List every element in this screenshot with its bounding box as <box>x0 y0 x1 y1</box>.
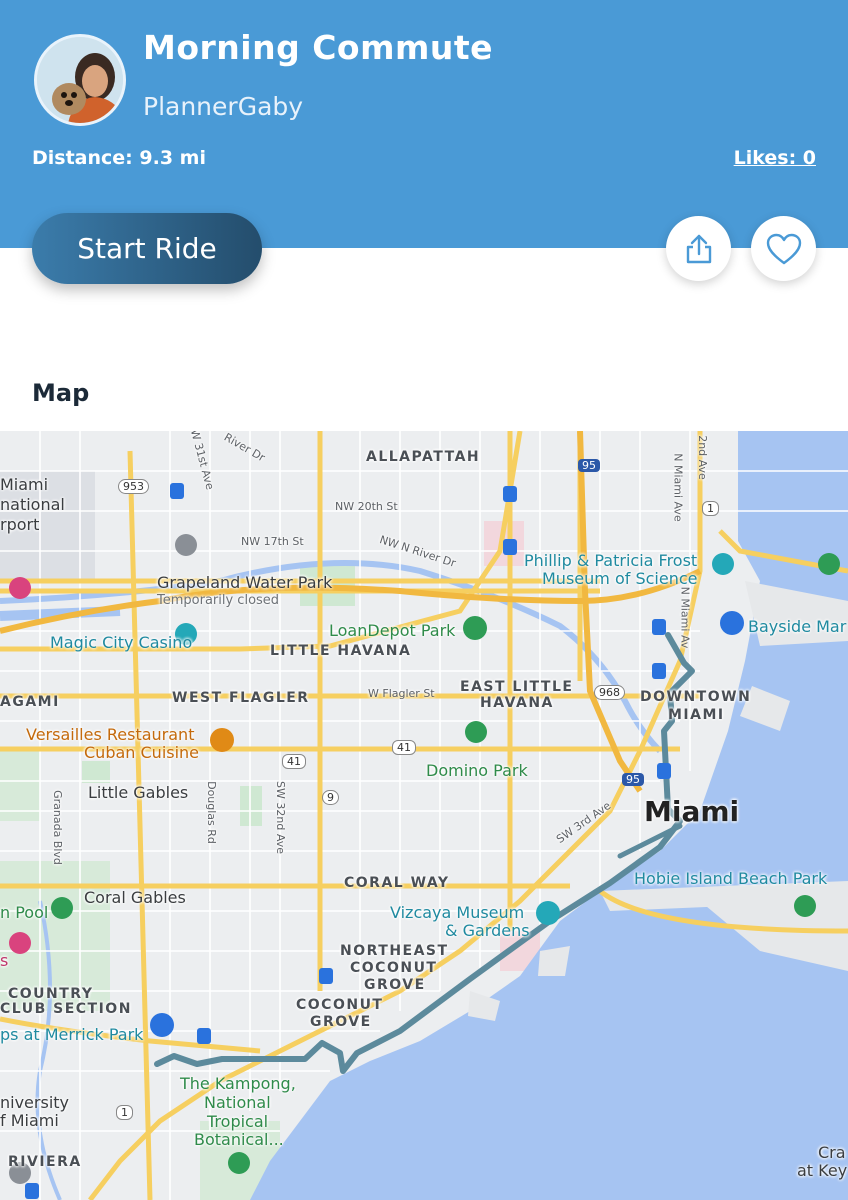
label-frost-1[interactable]: Phillip & Patricia Frost <box>524 551 697 570</box>
heart-icon <box>766 233 801 264</box>
label-little-gables: Little Gables <box>88 783 189 802</box>
likes-link[interactable]: Likes: 0 <box>734 147 816 169</box>
label-key-1: Cra <box>818 1143 846 1162</box>
label-east-little-1: EAST LITTLE <box>460 679 574 695</box>
label-kampong-2[interactable]: National <box>204 1093 271 1112</box>
street-nmiami-2: N Miami Av <box>678 586 692 649</box>
label-coral-way: CORAL WAY <box>344 875 450 891</box>
label-kampong-1[interactable]: The Kampong, <box>180 1074 296 1093</box>
shield-953: 953 <box>118 479 149 494</box>
label-little-havana: LITTLE HAVANA <box>270 643 412 659</box>
shield-us1-north: 1 <box>702 501 719 516</box>
label-frost-2[interactable]: Museum of Science <box>542 569 697 588</box>
label-airport-1: Miami <box>0 475 49 494</box>
label-vizcaya-1[interactable]: Vizcaya Museum <box>390 903 524 922</box>
share-icon <box>686 234 711 263</box>
label-loandepot[interactable]: LoanDepot Park <box>329 621 455 640</box>
label-coral-gables: Coral Gables <box>84 888 186 907</box>
shield-us1-south: 1 <box>116 1105 133 1120</box>
label-pool[interactable]: n Pool <box>0 903 48 922</box>
label-grapeland-closed: Temporarily closed <box>157 593 280 608</box>
street-nw20: NW 20th St <box>335 500 398 513</box>
label-riviera: RIVIERA <box>8 1154 82 1170</box>
street-sw32: SW 32nd Ave <box>273 781 287 854</box>
label-airport-2: national <box>0 495 65 514</box>
route-author[interactable]: PlannerGaby <box>143 92 303 121</box>
label-domino[interactable]: Domino Park <box>426 761 528 780</box>
label-kampong-3[interactable]: Tropical <box>207 1112 268 1131</box>
street-flagler: W Flagler St <box>368 687 435 700</box>
label-casino[interactable]: Magic City Casino <box>50 633 192 652</box>
shield-i95-north: 95 <box>578 459 600 472</box>
label-grapeland: Grapeland Water Park <box>157 573 333 592</box>
route-map[interactable]: ALLAPATTAH LITTLE HAVANA EAST LITTLE HAV… <box>0 431 848 1200</box>
label-university-2: f Miami <box>0 1111 59 1130</box>
label-country-1: COUNTRY <box>8 986 94 1002</box>
share-button[interactable] <box>666 216 731 281</box>
street-douglas: Douglas Rd <box>204 781 218 844</box>
label-kampong-4[interactable]: Botanical... <box>194 1130 284 1149</box>
label-west-flagler: WEST FLAGLER <box>172 690 310 706</box>
street-granada: Granada Blvd <box>50 790 64 865</box>
shield-9: 9 <box>322 790 339 805</box>
route-title: Morning Commute <box>143 28 494 67</box>
like-button[interactable] <box>751 216 816 281</box>
label-coconut-1: COCONUT <box>296 997 384 1013</box>
shield-968: 968 <box>594 685 625 700</box>
label-ne-coconut-2: COCONUT <box>350 960 438 976</box>
label-coconut-2: GROVE <box>310 1014 372 1030</box>
label-university-1: niversity <box>0 1093 69 1112</box>
label-key-2: at Key <box>797 1161 848 1180</box>
label-east-little-2: HAVANA <box>480 695 554 711</box>
label-versailles-2[interactable]: Cuban Cuisine <box>84 743 199 762</box>
label-downtown-2: MIAMI <box>668 707 725 723</box>
street-2nd: 2nd Ave <box>695 435 709 480</box>
map-section-title: Map <box>32 379 90 407</box>
label-ne-coconut-3: GROVE <box>364 977 426 993</box>
label-versailles-1[interactable]: Versailles Restaurant <box>26 725 194 744</box>
label-vizcaya-2[interactable]: & Gardens <box>445 921 530 940</box>
street-nw17: NW 17th St <box>241 535 304 548</box>
label-ne-coconut-1: NORTHEAST <box>340 943 449 959</box>
street-nmiami-1: N Miami Ave <box>671 453 685 522</box>
start-ride-button[interactable]: Start Ride <box>32 213 262 284</box>
label-miami-city: Miami <box>644 795 740 828</box>
user-avatar[interactable] <box>34 34 126 126</box>
label-merrick[interactable]: ps at Merrick Park <box>0 1025 143 1044</box>
shield-us41-east: 41 <box>392 740 416 755</box>
route-distance: Distance: 9.3 mi <box>32 147 206 169</box>
label-airport-3: rport <box>0 515 40 534</box>
label-downtown-1: DOWNTOWN <box>640 689 752 705</box>
label-bayside[interactable]: Bayside Mar <box>748 617 846 636</box>
label-hobie[interactable]: Hobie Island Beach Park <box>634 869 827 888</box>
label-country-2: CLUB SECTION <box>0 1001 132 1017</box>
shield-i95-south: 95 <box>622 773 644 786</box>
label-allapattah: ALLAPATTAH <box>366 449 481 465</box>
route-header: Morning Commute PlannerGaby Distance: 9.… <box>0 0 848 248</box>
label-hotel[interactable]: s <box>0 951 8 970</box>
label-agami: AGAMI <box>0 694 60 710</box>
shield-us41-west: 41 <box>282 754 306 769</box>
